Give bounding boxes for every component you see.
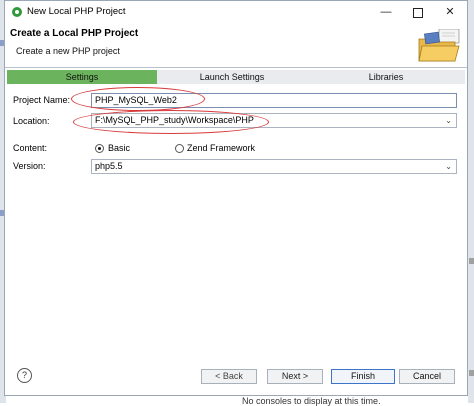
version-label: Version:	[13, 161, 46, 171]
title-bar[interactable]: New Local PHP Project — ✕	[5, 1, 467, 23]
eclipse-app-icon	[12, 7, 22, 17]
help-icon[interactable]: ?	[17, 368, 32, 383]
close-button[interactable]: ✕	[437, 4, 463, 20]
chevron-down-icon: ⌄	[445, 162, 452, 171]
wizard-title: Create a Local PHP Project	[10, 28, 139, 39]
background-marker	[469, 258, 474, 264]
minimize-button[interactable]: —	[373, 4, 399, 20]
next-button[interactable]: Next >	[267, 369, 323, 384]
content-label: Content:	[13, 143, 48, 153]
content-zend-radio[interactable]	[175, 144, 184, 153]
maximize-icon	[413, 8, 423, 18]
tab-libraries[interactable]: Libraries	[307, 70, 465, 84]
location-value: F:\MySQL_PHP_study\Workspace\PHP	[95, 115, 254, 125]
wizard-tabs: Settings Launch Settings Libraries	[7, 70, 465, 84]
new-php-project-dialog: New Local PHP Project — ✕ Create a Local…	[4, 0, 468, 396]
tab-launch-settings[interactable]: Launch Settings	[157, 70, 307, 84]
project-name-input[interactable]: PHP_MySQL_Web2	[91, 93, 457, 108]
background-ide-right-edge	[468, 0, 474, 403]
tab-settings[interactable]: Settings	[7, 70, 157, 84]
version-value: php5.5	[95, 161, 123, 171]
wizard-header: Create a Local PHP Project Create a new …	[5, 23, 467, 65]
wizard-description: Create a new PHP project	[16, 46, 120, 56]
back-button[interactable]: < Back	[201, 369, 257, 384]
window-title: New Local PHP Project	[27, 6, 126, 17]
location-label: Location:	[13, 116, 50, 126]
version-select[interactable]: php5.5 ⌄	[91, 159, 457, 174]
header-separator	[5, 67, 467, 68]
chevron-down-icon: ⌄	[445, 116, 452, 125]
maximize-button[interactable]	[405, 4, 431, 20]
background-marker	[469, 370, 474, 376]
location-combobox[interactable]: F:\MySQL_PHP_study\Workspace\PHP ⌄	[91, 113, 457, 128]
content-zend-label[interactable]: Zend Framework	[187, 143, 255, 153]
content-basic-radio[interactable]	[95, 144, 104, 153]
content-basic-label[interactable]: Basic	[108, 143, 130, 153]
finish-button[interactable]: Finish	[331, 369, 395, 384]
php-folder-icon	[418, 29, 460, 62]
project-name-label: Project Name:	[13, 95, 71, 105]
cancel-button[interactable]: Cancel	[399, 369, 455, 384]
console-status-text: No consoles to display at this time.	[242, 396, 381, 406]
